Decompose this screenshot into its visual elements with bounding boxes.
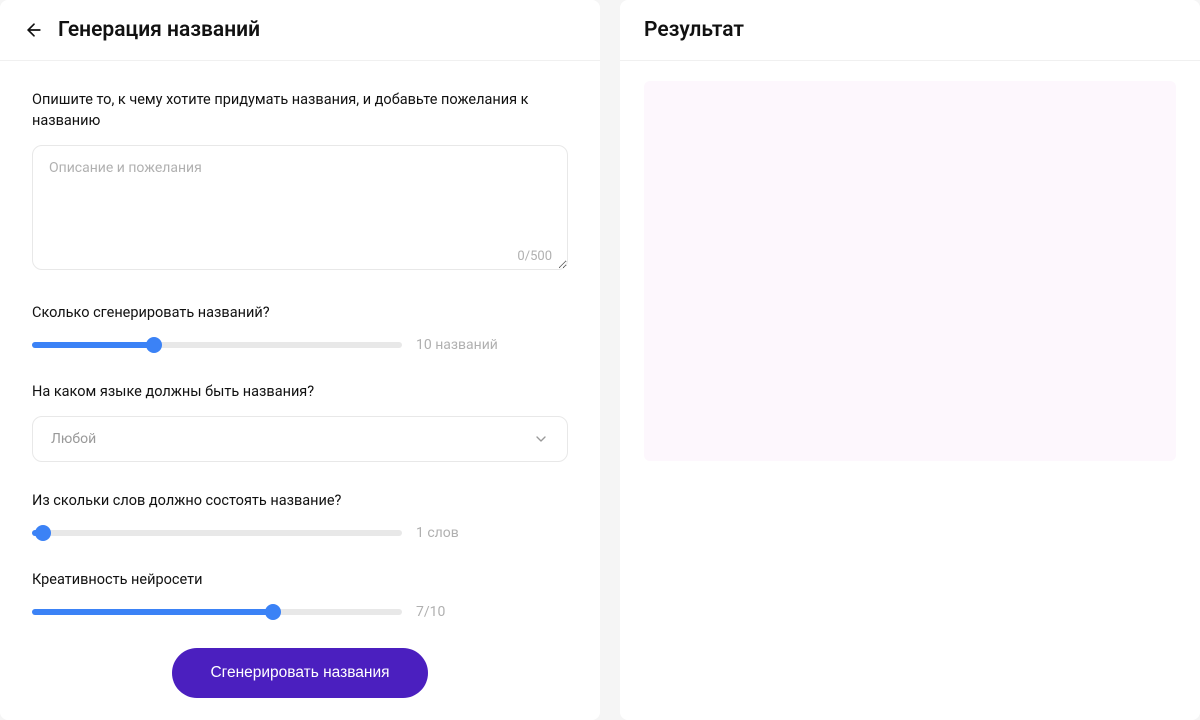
creativity-slider-thumb[interactable] [265, 604, 281, 620]
count-label: Сколько сгенерировать названий? [32, 302, 568, 323]
result-body [620, 61, 1200, 481]
creativity-field: Креативность нейросети 7/10 [32, 569, 568, 620]
count-slider-thumb[interactable] [146, 337, 162, 353]
back-arrow-icon[interactable] [24, 20, 44, 40]
result-area [644, 81, 1176, 461]
count-slider-fill [32, 342, 154, 348]
words-slider[interactable] [32, 525, 402, 541]
description-input[interactable] [32, 145, 568, 270]
generate-button[interactable]: Сгенерировать названия [172, 648, 427, 698]
words-label: Из скольки слов должно состоять название… [32, 490, 568, 511]
chevron-down-icon [533, 431, 549, 447]
count-field: Сколько сгенерировать названий? 10 назва… [32, 302, 568, 353]
description-field: Опишите то, к чему хотите придумать назв… [32, 89, 568, 274]
result-panel: Результат [620, 0, 1200, 720]
form-body: Опишите то, к чему хотите придумать назв… [0, 61, 600, 720]
creativity-slider[interactable] [32, 604, 402, 620]
words-slider-thumb[interactable] [35, 525, 51, 541]
result-title: Результат [644, 18, 744, 42]
words-slider-value: 1 слов [416, 525, 459, 541]
count-slider-value: 10 названий [416, 337, 498, 353]
language-label: На каком языке должны быть названия? [32, 381, 568, 402]
creativity-slider-fill [32, 609, 273, 615]
words-field: Из скольки слов должно состоять название… [32, 490, 568, 541]
result-header: Результат [620, 0, 1200, 61]
creativity-label: Креативность нейросети [32, 569, 568, 590]
language-select[interactable]: Любой [32, 416, 568, 462]
form-panel: Генерация названий Опишите то, к чему хо… [0, 0, 600, 720]
creativity-slider-row: 7/10 [32, 604, 568, 620]
form-header: Генерация названий [0, 0, 600, 61]
words-slider-row: 1 слов [32, 525, 568, 541]
count-slider[interactable] [32, 337, 402, 353]
creativity-slider-value: 7/10 [416, 604, 445, 620]
language-selected-value: Любой [51, 431, 96, 447]
page-title: Генерация названий [58, 18, 260, 42]
language-field: На каком языке должны быть названия? Люб… [32, 381, 568, 462]
words-slider-track [32, 530, 402, 536]
count-slider-row: 10 названий [32, 337, 568, 353]
description-label: Опишите то, к чему хотите придумать назв… [32, 89, 568, 131]
description-wrapper: 0/500 [32, 145, 568, 274]
